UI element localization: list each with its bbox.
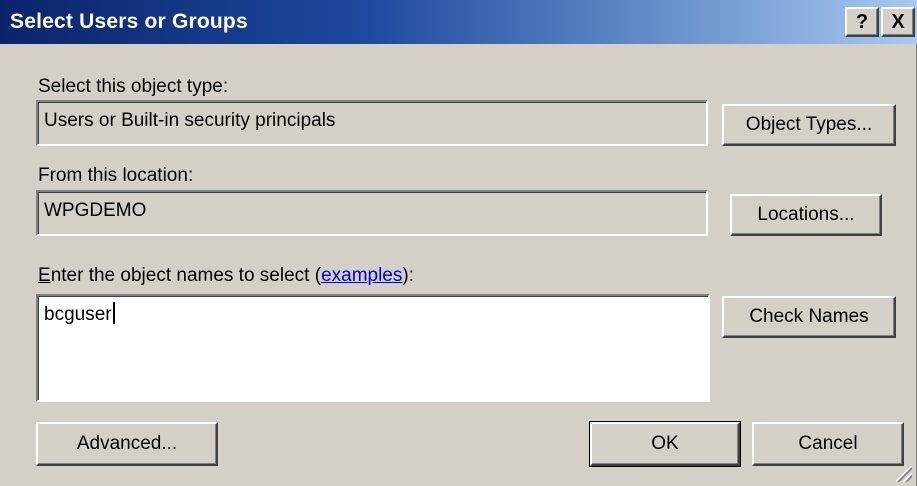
cancel-button[interactable]: Cancel (752, 422, 904, 466)
object-type-label: Select this object type: (38, 76, 229, 97)
ok-button[interactable]: OK (589, 421, 741, 467)
cancel-button-label: Cancel (798, 433, 858, 454)
help-icon: ? (855, 10, 869, 33)
location-value: WPGDEMO (44, 200, 147, 221)
close-icon: X (891, 10, 905, 33)
location-label: From this location: (38, 165, 194, 186)
window-title: Select Users or Groups (10, 10, 248, 33)
resize-grip-icon[interactable] (896, 466, 912, 482)
ok-button-label: OK (651, 433, 679, 454)
object-type-value: Users or Built-in security principals (44, 110, 336, 131)
text-caret (112, 302, 115, 324)
check-names-button-label: Check Names (749, 306, 869, 327)
title-bar[interactable]: Select Users or Groups ? X (0, 0, 917, 44)
advanced-button[interactable]: Advanced... (36, 422, 218, 466)
object-names-label-accel: E (38, 265, 51, 286)
help-button[interactable]: ? (845, 7, 879, 37)
object-names-label: Enter the object names to select (exampl… (38, 265, 414, 287)
select-users-dialog: Select Users or Groups ? X Select this o… (0, 0, 917, 486)
object-names-label-suffix: ): (402, 265, 414, 286)
object-names-input[interactable]: bcguser (36, 294, 710, 402)
locations-button[interactable]: Locations... (730, 194, 882, 236)
check-names-button[interactable]: Check Names (722, 296, 896, 338)
object-names-value: bcguser (44, 304, 112, 325)
location-field: WPGDEMO (36, 190, 708, 236)
object-types-button[interactable]: Object Types... (722, 104, 896, 146)
object-names-label-text: nter the object names to select ( (50, 265, 322, 286)
advanced-button-label: Advanced... (76, 433, 178, 454)
locations-button-label: Locations... (757, 204, 855, 225)
object-types-button-label: Object Types... (745, 114, 873, 135)
object-type-field: Users or Built-in security principals (36, 100, 708, 146)
examples-link[interactable]: examples (321, 265, 402, 286)
close-button[interactable]: X (881, 7, 915, 37)
